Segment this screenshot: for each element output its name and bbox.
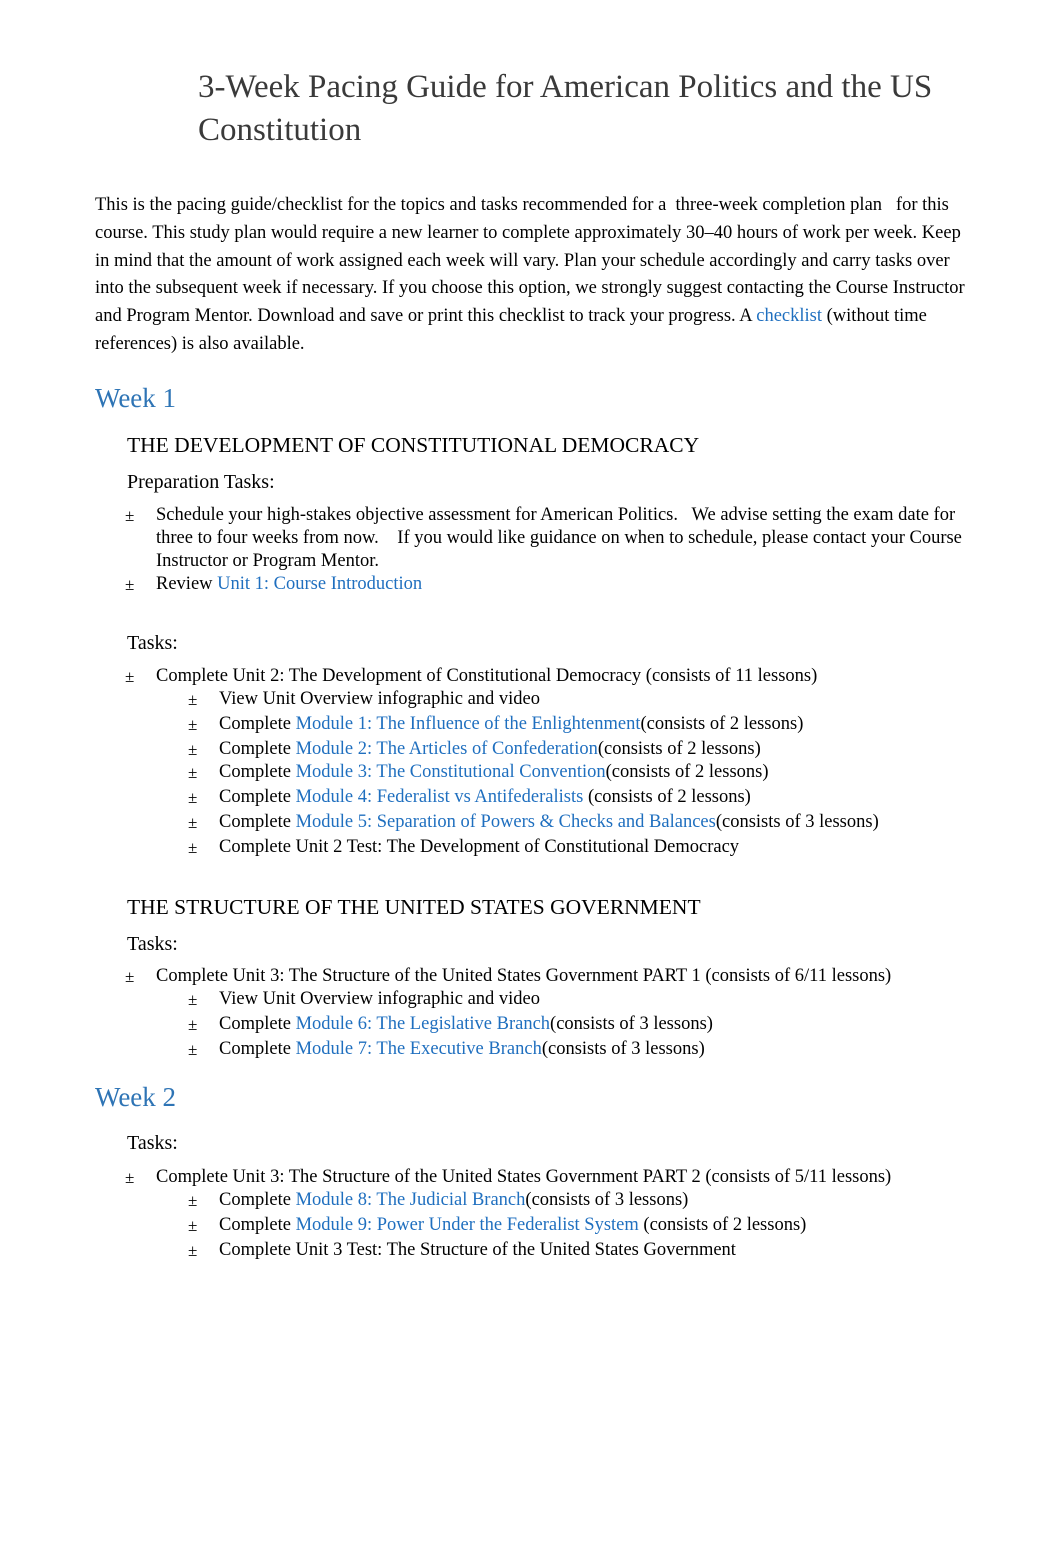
lesson-count: (consists of 2 lessons): [605, 762, 769, 782]
lesson-count: (consists of 3 lessons): [550, 1014, 713, 1034]
list-item-prefix: Complete: [219, 812, 296, 832]
list-item-prefix: Complete: [219, 1190, 296, 1210]
tasks-label: Tasks:: [127, 1132, 178, 1154]
checkbox-icon[interactable]: ±: [188, 786, 197, 809]
checkbox-icon[interactable]: ±: [125, 965, 134, 988]
list-item-review-unit-1: ± Review Unit 1: Course Introduction: [125, 573, 965, 596]
section-title-constitutional-democracy: THE DEVELOPMENT OF CONSTITUTIONAL DEMOCR…: [127, 433, 700, 457]
section-title-us-government: THE STRUCTURE OF THE UNITED STATES GOVER…: [127, 895, 701, 919]
sub-item-module-1: ± Complete Module 1: The Influence of th…: [188, 713, 948, 736]
module-2-link[interactable]: Module 2: The Articles of Confederation: [296, 739, 598, 759]
lesson-count: (consists of 3 lessons): [525, 1190, 689, 1210]
sub-item-module-4: ± Complete Module 4: Federalist vs Antif…: [188, 786, 948, 809]
list-item-prefix: Complete: [219, 762, 296, 782]
list-item-prefix: Complete: [219, 739, 296, 759]
sub-item-unit-overview: ± View Unit Overview infographic and vid…: [188, 988, 948, 1011]
document-title: 3-Week Pacing Guide for American Politic…: [198, 69, 933, 148]
sub-item-module-8: ± Complete Module 8: The Judicial Branch…: [188, 1189, 948, 1212]
list-item-prefix: Review: [156, 574, 218, 594]
lesson-count: (consists of 2 lessons): [640, 714, 804, 734]
checkbox-icon[interactable]: ±: [188, 1214, 197, 1237]
sub-item-module-5: ± Complete Module 5: Separation of Power…: [188, 811, 948, 834]
list-item-text: Complete Unit 2: The Development of Cons…: [156, 666, 818, 686]
checkbox-icon[interactable]: ±: [188, 811, 197, 834]
module-1-link[interactable]: Module 1: The Influence of the Enlighten…: [296, 714, 641, 734]
checkbox-icon[interactable]: ±: [188, 1013, 197, 1036]
module-4-link[interactable]: Module 4: Federalist vs Antifederalists: [296, 787, 584, 807]
checkbox-icon[interactable]: ±: [188, 761, 197, 784]
preparation-tasks-label: Preparation Tasks:: [127, 471, 275, 493]
checkbox-icon[interactable]: ±: [125, 573, 134, 596]
list-item-prefix: Complete: [219, 787, 296, 807]
checklist-link[interactable]: checklist: [756, 306, 822, 326]
module-5-link[interactable]: Module 5: Separation of Powers & Checks …: [296, 812, 716, 832]
lesson-count: (consists of 2 lessons): [583, 787, 751, 807]
lesson-count: (consists of 3 lessons): [541, 1039, 705, 1059]
week-2-heading: Week 2: [95, 1082, 177, 1112]
sub-item-module-3: ± Complete Module 3: The Constitutional …: [188, 761, 948, 784]
checkbox-icon[interactable]: ±: [125, 1166, 134, 1189]
list-item-prefix: Complete: [219, 1215, 296, 1235]
tasks-label: Tasks:: [127, 933, 178, 955]
list-item-prefix: Complete: [219, 714, 296, 734]
lesson-count: (consists of 3 lessons): [715, 812, 879, 832]
list-item-schedule-assessment: ± Schedule your high-stakes objective as…: [125, 504, 965, 573]
lesson-count: (consists of 2 lessons): [638, 1215, 807, 1235]
sub-item-module-7: ± Complete Module 7: The Executive Branc…: [188, 1038, 948, 1061]
module-8-link[interactable]: Module 8: The Judicial Branch: [296, 1190, 526, 1210]
intro-paragraph: This is the pacing guide/checklist for t…: [95, 192, 965, 359]
sub-item-unit-2-test: ± Complete Unit 2 Test: The Development …: [188, 836, 948, 859]
module-9-link[interactable]: Module 9: Power Under the Federalist Sys…: [296, 1215, 639, 1235]
week-1-heading: Week 1: [95, 383, 177, 413]
list-item-text: Complete Unit 3 Test: The Structure of t…: [219, 1240, 736, 1260]
list-item-unit-3-part-2: ± Complete Unit 3: The Structure of the …: [125, 1166, 965, 1189]
sub-item-module-6: ± Complete Module 6: The Legislative Bra…: [188, 1013, 948, 1036]
list-item-text: Complete Unit 2 Test: The Development of…: [219, 837, 740, 857]
checkbox-icon[interactable]: ±: [188, 988, 197, 1011]
list-item-unit-2: ± Complete Unit 2: The Development of Co…: [125, 665, 965, 688]
checkbox-icon[interactable]: ±: [188, 738, 197, 761]
lesson-count: (consists of 2 lessons): [597, 739, 761, 759]
sub-item-unit-3-test: ± Complete Unit 3 Test: The Structure of…: [188, 1239, 948, 1262]
list-item-text: Complete Unit 3: The Structure of the Un…: [156, 966, 892, 986]
list-item-text: Schedule your high-stakes objective asse…: [156, 505, 967, 571]
sub-item-unit-overview: ± View Unit Overview infographic and vid…: [188, 688, 948, 711]
checkbox-icon[interactable]: ±: [188, 1038, 197, 1061]
sub-item-module-2: ± Complete Module 2: The Articles of Con…: [188, 738, 948, 761]
unit-1-link[interactable]: Unit 1: Course Introduction: [217, 574, 422, 594]
checkbox-icon[interactable]: ±: [188, 1239, 197, 1262]
checkbox-icon[interactable]: ±: [188, 1189, 197, 1212]
checkbox-icon[interactable]: ±: [125, 665, 134, 688]
module-7-link[interactable]: Module 7: The Executive Branch: [296, 1039, 542, 1059]
sub-item-module-9: ± Complete Module 9: Power Under the Fed…: [188, 1214, 948, 1237]
tasks-label: Tasks:: [127, 632, 178, 654]
checkbox-icon[interactable]: ±: [125, 504, 134, 527]
list-item-text: View Unit Overview infographic and video: [219, 689, 541, 709]
checkbox-icon[interactable]: ±: [188, 713, 197, 736]
list-item-unit-3-part-1: ± Complete Unit 3: The Structure of the …: [125, 965, 965, 988]
checkbox-icon[interactable]: ±: [188, 836, 197, 859]
checkbox-icon[interactable]: ±: [188, 688, 197, 711]
module-3-link[interactable]: Module 3: The Constitutional Convention: [296, 762, 606, 782]
module-6-link[interactable]: Module 6: The Legislative Branch: [296, 1014, 550, 1034]
list-item-text: View Unit Overview infographic and video: [219, 989, 541, 1009]
list-item-text: Complete Unit 3: The Structure of the Un…: [156, 1167, 892, 1187]
list-item-prefix: Complete: [219, 1014, 296, 1034]
list-item-prefix: Complete: [219, 1039, 296, 1059]
